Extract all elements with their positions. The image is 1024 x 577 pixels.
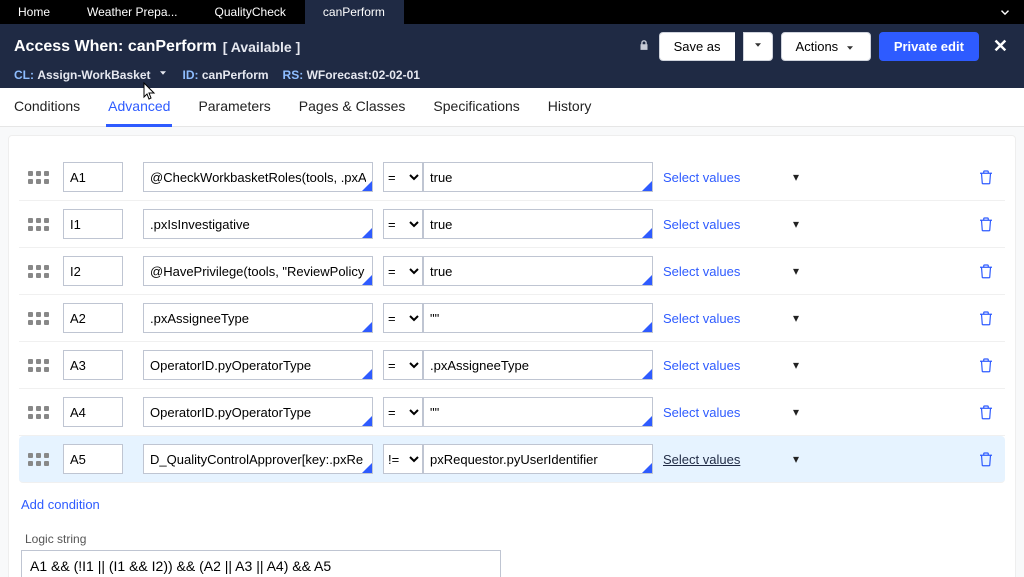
class-dropdown-icon[interactable] (157, 67, 169, 82)
row-menu-caret-icon[interactable]: ▾ (793, 217, 823, 231)
condition-id-input[interactable] (63, 303, 123, 333)
close-icon[interactable]: ✕ (987, 36, 1010, 57)
condition-rhs-input[interactable] (423, 162, 653, 192)
delete-row-icon[interactable] (971, 309, 1001, 327)
condition-rhs-input[interactable] (423, 256, 653, 286)
tab-history[interactable]: History (546, 88, 594, 126)
workspace-tab-home[interactable]: Home (0, 0, 69, 24)
operator-select[interactable]: = (383, 397, 423, 427)
delete-row-icon[interactable] (971, 168, 1001, 186)
condition-rhs-input[interactable] (423, 444, 653, 474)
select-values-link[interactable]: Select values (663, 217, 783, 232)
condition-rhs-input[interactable] (423, 350, 653, 380)
condition-id-input[interactable] (63, 444, 123, 474)
delete-row-icon[interactable] (971, 356, 1001, 374)
condition-lhs-input[interactable] (143, 256, 373, 286)
select-values-link[interactable]: Select values (663, 405, 783, 420)
operator-select[interactable]: = (383, 350, 423, 380)
select-values-link[interactable]: Select values (663, 358, 783, 373)
advanced-panel: = Select values ▾ = Select values ▾ = Select va… (0, 127, 1024, 577)
row-menu-caret-icon[interactable]: ▾ (793, 311, 823, 325)
condition-lhs-input[interactable] (143, 162, 373, 192)
drag-handle-icon[interactable] (23, 312, 53, 325)
condition-rhs-input[interactable] (423, 209, 653, 239)
condition-rhs-input[interactable] (423, 303, 653, 333)
drag-handle-icon[interactable] (23, 359, 53, 372)
operator-select[interactable]: = (383, 209, 423, 239)
condition-id-input[interactable] (63, 350, 123, 380)
condition-row: != Select values ▾ (19, 436, 1005, 483)
drag-handle-icon[interactable] (23, 218, 53, 231)
row-menu-caret-icon[interactable]: ▾ (793, 405, 823, 419)
condition-id-input[interactable] (63, 209, 123, 239)
add-condition-link[interactable]: Add condition (21, 497, 100, 512)
private-edit-button[interactable]: Private edit (879, 32, 979, 61)
operator-select[interactable]: = (383, 256, 423, 286)
logic-string-input[interactable] (21, 550, 501, 577)
condition-row: = Select values ▾ (19, 295, 1005, 342)
condition-id-input[interactable] (63, 397, 123, 427)
operator-select[interactable]: = (383, 162, 423, 192)
drag-handle-icon[interactable] (23, 406, 53, 419)
workspace-tabs-overflow[interactable] (986, 0, 1024, 24)
condition-row: = Select values ▾ (19, 154, 1005, 201)
workspace-tab-canperform[interactable]: canPerform (305, 0, 404, 24)
drag-handle-icon[interactable] (23, 265, 53, 278)
row-menu-caret-icon[interactable]: ▾ (793, 452, 823, 466)
select-values-link[interactable]: Select values (663, 311, 783, 326)
workspace-tab-bar: Home Weather Prepa... QualityCheck canPe… (0, 0, 1024, 24)
condition-lhs-input[interactable] (143, 209, 373, 239)
condition-row: = Select values ▾ (19, 248, 1005, 295)
select-values-link[interactable]: Select values (663, 170, 783, 185)
logic-string-label: Logic string (25, 532, 1003, 546)
save-as-menu-toggle[interactable] (743, 32, 773, 61)
operator-select[interactable]: != (383, 444, 423, 474)
condition-lhs-input[interactable] (143, 444, 373, 474)
delete-row-icon[interactable] (971, 262, 1001, 280)
rule-meta-row: CL: Assign-WorkBasket ID: canPerform RS:… (14, 67, 1010, 82)
condition-lhs-input[interactable] (143, 303, 373, 333)
rule-subtabs: Conditions Advanced Parameters Pages & C… (0, 88, 1024, 127)
row-menu-caret-icon[interactable]: ▾ (793, 358, 823, 372)
operator-select[interactable]: = (383, 303, 423, 333)
delete-row-icon[interactable] (971, 215, 1001, 233)
condition-row: = Select values ▾ (19, 201, 1005, 248)
condition-row: = Select values ▾ (19, 389, 1005, 436)
condition-id-input[interactable] (63, 256, 123, 286)
condition-id-input[interactable] (63, 162, 123, 192)
tab-advanced[interactable]: Advanced (106, 88, 172, 127)
condition-lhs-input[interactable] (143, 350, 373, 380)
lock-icon (637, 38, 651, 55)
workspace-tab-weather[interactable]: Weather Prepa... (69, 0, 197, 24)
drag-handle-icon[interactable] (23, 453, 53, 466)
row-menu-caret-icon[interactable]: ▾ (793, 264, 823, 278)
tab-pages-classes[interactable]: Pages & Classes (297, 88, 408, 126)
condition-lhs-input[interactable] (143, 397, 373, 427)
rule-title: Access When: canPerform (14, 38, 217, 56)
workspace-tab-qualitycheck[interactable]: QualityCheck (197, 0, 305, 24)
select-values-link[interactable]: Select values (663, 264, 783, 279)
condition-row: = Select values ▾ (19, 342, 1005, 389)
condition-rhs-input[interactable] (423, 397, 653, 427)
actions-menu-button[interactable]: Actions (781, 32, 871, 61)
delete-row-icon[interactable] (971, 450, 1001, 468)
availability-status: [ Available ] (223, 39, 301, 55)
tab-conditions[interactable]: Conditions (12, 88, 82, 126)
rule-header: Access When: canPerform [ Available ] Sa… (0, 24, 1024, 88)
save-as-button[interactable]: Save as (659, 32, 735, 61)
tab-parameters[interactable]: Parameters (196, 88, 272, 126)
tab-specifications[interactable]: Specifications (431, 88, 521, 126)
row-menu-caret-icon[interactable]: ▾ (793, 170, 823, 184)
select-values-link[interactable]: Select values (663, 452, 783, 467)
delete-row-icon[interactable] (971, 403, 1001, 421)
drag-handle-icon[interactable] (23, 171, 53, 184)
